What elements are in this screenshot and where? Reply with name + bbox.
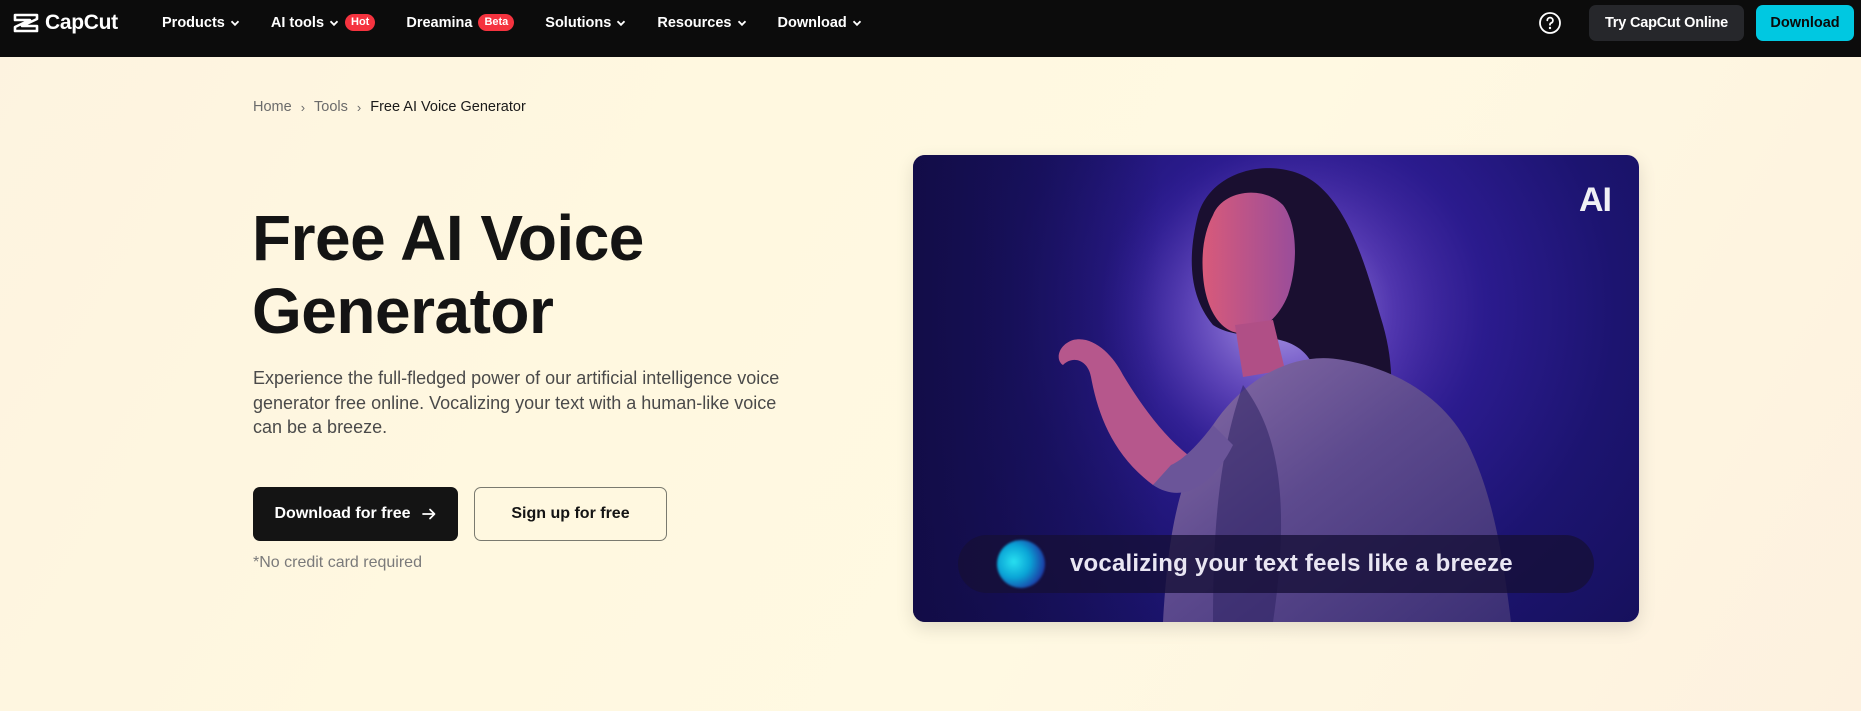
nav-item-products[interactable]: Products: [162, 15, 240, 31]
chevron-down-icon: [617, 20, 626, 26]
nav-item-label: Solutions: [545, 14, 612, 31]
breadcrumb-current: Free AI Voice Generator: [370, 99, 526, 115]
no-credit-card-note: *No credit card required: [253, 554, 422, 571]
nav-item-label: Download: [777, 14, 847, 31]
voice-orb-icon: [997, 540, 1045, 588]
top-navigation: CapCut Products AI tools Hot Dreamina Be…: [0, 0, 1861, 57]
hot-badge: Hot: [345, 14, 376, 31]
page-title: Free AI Voice Generator: [252, 202, 812, 348]
hero-video-card[interactable]: AI vocalizing your text feels like a bre…: [913, 155, 1639, 622]
breadcrumb-tools[interactable]: Tools: [314, 99, 348, 115]
chevron-down-icon: [230, 20, 239, 26]
caption-bar: vocalizing your text feels like a breeze: [958, 535, 1594, 593]
download-for-free-label: Download for free: [274, 505, 411, 522]
main-menu: Products AI tools Hot Dreamina Beta Solu…: [162, 0, 893, 45]
download-button-top[interactable]: Download: [1756, 5, 1854, 41]
try-capcut-online-button[interactable]: Try CapCut Online: [1589, 5, 1744, 41]
page-title-line-2: Generator: [252, 275, 554, 347]
caption-text: vocalizing your text feels like a breeze: [1070, 550, 1513, 577]
breadcrumb-separator-icon: ›: [300, 99, 306, 115]
nav-item-label: Products: [162, 14, 225, 31]
arrow-right-icon: [421, 508, 435, 520]
breadcrumb: Home › Tools › Free AI Voice Generator: [253, 99, 526, 115]
nav-item-label: Resources: [657, 14, 732, 31]
download-for-free-button[interactable]: Download for free: [253, 487, 458, 541]
chevron-down-icon: [737, 20, 746, 26]
brand-name: CapCut: [45, 11, 118, 34]
beta-badge: Beta: [478, 14, 515, 31]
nav-item-dreamina[interactable]: Dreamina Beta: [406, 14, 515, 31]
nav-item-resources[interactable]: Resources: [657, 15, 746, 31]
chevron-down-icon: [329, 20, 339, 26]
capcut-logo-icon: [13, 13, 39, 33]
capcut-logo[interactable]: CapCut: [13, 11, 118, 35]
nav-item-label: Dreamina: [406, 14, 473, 31]
hero-description: Experience the full-fledged power of our…: [253, 368, 780, 437]
chevron-down-icon: [852, 20, 861, 26]
page-title-line-1: Free AI Voice: [252, 202, 644, 274]
nav-item-label: AI tools: [270, 14, 325, 31]
nav-item-ai-tools[interactable]: AI tools Hot: [271, 14, 376, 31]
breadcrumb-separator-icon: ›: [356, 99, 362, 115]
breadcrumb-home[interactable]: Home: [253, 99, 292, 115]
ai-badge: AI: [1579, 181, 1612, 219]
nav-item-solutions[interactable]: Solutions: [545, 15, 626, 31]
nav-item-download[interactable]: Download: [778, 15, 862, 31]
help-circle-icon[interactable]: [1538, 11, 1562, 35]
sign-up-for-free-button[interactable]: Sign up for free: [474, 487, 667, 541]
